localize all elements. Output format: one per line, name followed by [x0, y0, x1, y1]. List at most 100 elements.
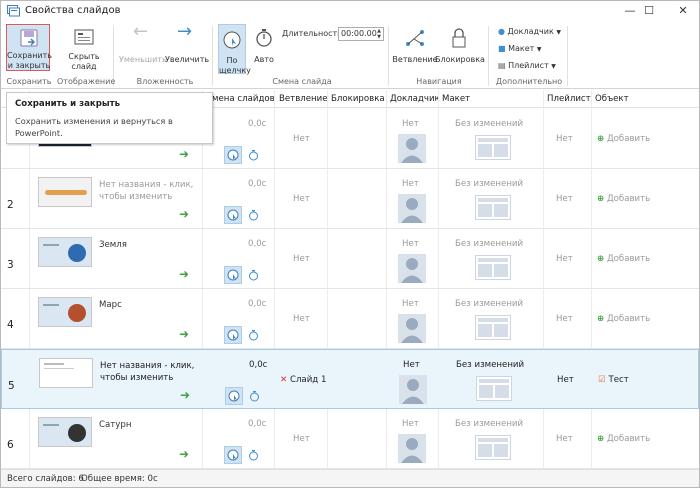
go-arrow-icon[interactable]: ➜	[180, 388, 190, 402]
table-row[interactable]: 4 Марс ➜ 0,0c Нет Нет Без изменений Нет ⊕ Добави…	[1, 289, 699, 349]
slide-thumbnail[interactable]	[38, 177, 92, 207]
col-transition[interactable]: Смена слайдов	[206, 94, 275, 104]
layout-value[interactable]: Без изменений	[455, 179, 523, 189]
layout-value[interactable]: Без изменений	[455, 119, 523, 129]
on-click-toggle[interactable]	[224, 146, 242, 164]
maximize-button[interactable]: ☐	[629, 1, 669, 22]
layout-thumbnail[interactable]	[475, 315, 511, 340]
transition-time[interactable]: 0,0c	[248, 119, 266, 129]
layout-icon: ■	[498, 44, 506, 53]
slide-title[interactable]: Земля	[99, 239, 203, 251]
narrator-dropdown[interactable]: ● Докладчик ▼	[498, 27, 561, 38]
go-arrow-icon[interactable]: ➜	[179, 327, 189, 341]
add-object-link[interactable]: ⊕ Добавить	[597, 434, 650, 444]
col-object[interactable]: Объект	[595, 94, 629, 104]
playlist-value[interactable]: Нет	[556, 134, 573, 144]
go-arrow-icon[interactable]: ➜	[179, 447, 189, 461]
narrator-value[interactable]: Нет	[402, 239, 419, 249]
slide-thumbnail[interactable]	[38, 297, 92, 327]
stopwatch-icon[interactable]	[248, 329, 259, 341]
layout-value[interactable]: Без изменений	[455, 299, 523, 309]
slide-thumbnail[interactable]	[38, 417, 92, 447]
on-click-button[interactable]: По щелчку	[218, 24, 251, 75]
branching-value[interactable]: Нет	[293, 194, 310, 204]
transition-time[interactable]: 0,0c	[249, 360, 267, 370]
branching-value[interactable]: Нет	[293, 254, 310, 264]
col-branching[interactable]: Ветвление	[279, 94, 328, 104]
table-row[interactable]: 6 Сатурн ➜ 0,0c Нет Нет Без изменений Нет ⊕ Доба…	[1, 409, 699, 469]
col-playlist[interactable]: Плейлист	[547, 94, 591, 104]
hide-slide-icon	[74, 29, 94, 45]
narrator-value[interactable]: Нет	[402, 119, 419, 129]
add-object-link[interactable]: ⊕ Добавить	[597, 194, 650, 204]
layout-value[interactable]: Без изменений	[455, 239, 523, 249]
col-narrator[interactable]: Докладчик	[390, 94, 440, 104]
narrator-avatar[interactable]	[398, 254, 426, 283]
on-click-toggle[interactable]	[224, 446, 242, 464]
slide-thumbnail[interactable]	[39, 358, 93, 388]
narrator-avatar[interactable]	[398, 134, 426, 163]
table-row[interactable]: 5 Нет названия - клик, чтобы изменить ➜ 0,0…	[1, 349, 699, 409]
narrator-value[interactable]: Нет	[402, 419, 419, 429]
object-value[interactable]: ☑ Тест	[598, 375, 629, 385]
on-click-toggle[interactable]	[224, 206, 242, 224]
go-arrow-icon[interactable]: ➜	[179, 147, 189, 161]
stopwatch-icon[interactable]	[248, 149, 259, 161]
layout-thumbnail[interactable]	[476, 376, 512, 401]
stopwatch-icon[interactable]	[249, 390, 260, 402]
duration-input[interactable]: 00:00.00 ▲ ▼	[338, 27, 384, 41]
playlist-value[interactable]: Нет	[556, 434, 573, 444]
add-object-link[interactable]: ⊕ Добавить	[597, 134, 650, 144]
narrator-value[interactable]: Нет	[402, 299, 419, 309]
transition-time[interactable]: 0,0c	[248, 419, 266, 429]
stopwatch-icon[interactable]	[248, 449, 259, 461]
layout-thumbnail[interactable]	[475, 195, 511, 220]
layout-thumbnail[interactable]	[475, 435, 511, 460]
go-arrow-icon[interactable]: ➜	[179, 267, 189, 281]
duration-spinner[interactable]: ▲ ▼	[375, 28, 383, 40]
stopwatch-icon[interactable]	[248, 209, 259, 221]
narrator-avatar[interactable]	[398, 194, 426, 223]
playlist-value[interactable]: Нет	[556, 314, 573, 324]
layout-thumbnail[interactable]	[475, 135, 511, 160]
slide-title[interactable]: Сатурн	[99, 419, 203, 431]
transition-time[interactable]: 0,0c	[248, 179, 266, 189]
layout-thumbnail[interactable]	[475, 255, 511, 280]
stopwatch-icon[interactable]	[248, 269, 259, 281]
branching-value[interactable]: Нет	[293, 434, 310, 444]
layout-value[interactable]: Без изменений	[455, 419, 523, 429]
transition-time[interactable]: 0,0c	[248, 299, 266, 309]
plus-icon: ⊕	[597, 134, 605, 144]
branching-value[interactable]: Нет	[293, 134, 310, 144]
narrator-avatar[interactable]	[399, 375, 427, 404]
table-row[interactable]: 2 Нет названия - клик, чтобы изменить ➜ 0,0…	[1, 169, 699, 229]
slide-title[interactable]: Марс	[99, 299, 203, 311]
layout-dropdown[interactable]: ■ Макет ▼	[498, 44, 542, 55]
col-lock[interactable]: Блокировка	[331, 94, 385, 104]
on-click-toggle[interactable]	[224, 266, 242, 284]
playlist-value[interactable]: Нет	[556, 194, 573, 204]
add-object-link[interactable]: ⊕ Добавить	[597, 254, 650, 264]
narrator-value[interactable]: Нет	[402, 179, 419, 189]
narrator-avatar[interactable]	[398, 314, 426, 343]
slide-title[interactable]: Нет названия - клик, чтобы изменить	[100, 360, 204, 384]
table-row[interactable]: 3 Земля ➜ 0,0c Нет Нет Без изменений Нет ⊕ Добав…	[1, 229, 699, 289]
transition-time[interactable]: 0,0c	[248, 239, 266, 249]
playlist-value[interactable]: Нет	[556, 254, 573, 264]
playlist-dropdown[interactable]: ▤ Плейлист ▼	[498, 61, 556, 72]
playlist-value[interactable]: Нет	[557, 375, 574, 385]
save-close-button[interactable]: Сохранить и закрыть	[6, 24, 52, 71]
on-click-toggle[interactable]	[224, 326, 242, 344]
branching-value[interactable]: Нет	[293, 314, 310, 324]
narrator-value[interactable]: Нет	[403, 360, 420, 370]
add-object-link[interactable]: ⊕ Добавить	[597, 314, 650, 324]
go-arrow-icon[interactable]: ➜	[179, 207, 189, 221]
col-layout[interactable]: Макет	[442, 94, 470, 104]
narrator-avatar[interactable]	[398, 434, 426, 463]
close-button[interactable]: ✕	[667, 1, 699, 22]
on-click-toggle[interactable]	[225, 387, 243, 405]
slide-thumbnail[interactable]	[38, 237, 92, 267]
slide-title[interactable]: Нет названия - клик, чтобы изменить	[99, 179, 203, 203]
branching-value[interactable]: ✕ Слайд 1	[280, 375, 326, 385]
layout-value[interactable]: Без изменений	[456, 360, 524, 370]
